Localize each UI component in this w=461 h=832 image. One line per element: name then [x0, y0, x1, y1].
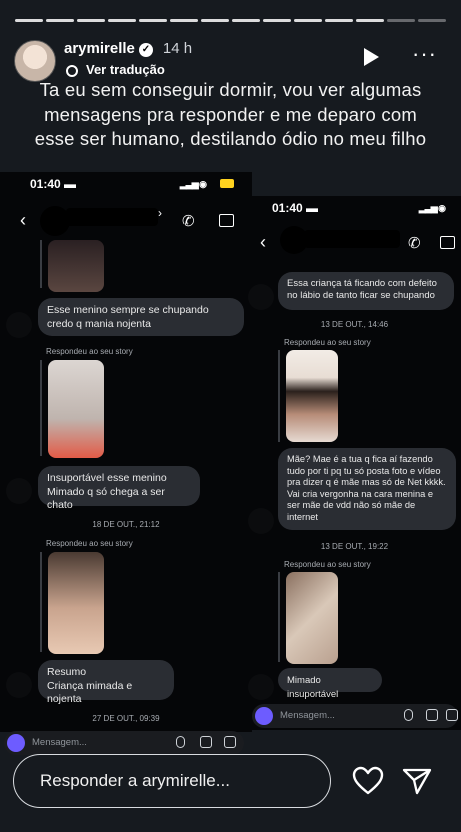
reply-line: [40, 552, 42, 652]
message-bubble: Mimado insuportável: [278, 668, 382, 700]
progress-segment: [77, 19, 105, 22]
translate-label: Ver tradução: [86, 62, 165, 77]
sticker-icon[interactable]: [446, 709, 458, 721]
username[interactable]: arymirelle: [64, 40, 135, 57]
chevron-right-icon[interactable]: ›: [158, 206, 162, 220]
sender-avatar: [248, 284, 274, 310]
reply-line: [40, 360, 42, 456]
back-icon[interactable]: ‹: [260, 232, 266, 253]
translate-icon: [66, 65, 78, 77]
video-icon[interactable]: [440, 236, 455, 249]
progress-segment: [356, 19, 384, 22]
signal-icon: ▂▃▅ ◉: [179, 179, 207, 189]
message-line: Resumo: [47, 666, 87, 678]
status-bar: 01:40 ▬ ▂▃▅ ◉: [272, 201, 449, 215]
video-icon[interactable]: [219, 214, 234, 227]
progress-segment: [170, 19, 198, 22]
clock: 01:40: [272, 201, 303, 215]
clock: 01:40: [30, 177, 61, 191]
mic-icon[interactable]: [404, 709, 413, 721]
car-icon: ▬: [64, 177, 77, 191]
progress-segment: [108, 19, 136, 22]
battery-icon: [220, 179, 234, 188]
progress-segment: [139, 19, 167, 22]
story-thumbnail[interactable]: [286, 350, 338, 442]
reply-line: [278, 572, 280, 662]
progress-segment: [294, 19, 322, 22]
reply-placeholder: Responder a arymirelle...: [40, 771, 230, 790]
date-separator: 18 DE OUT., 21:12: [92, 520, 160, 529]
message-bubble: Insuportável esse menino Mimado q só che…: [38, 466, 200, 511]
chat-header: ‹ › ✆: [0, 202, 252, 238]
composer-placeholder: Mensagem...: [280, 710, 335, 721]
heart-icon[interactable]: [352, 766, 384, 796]
progress-segment: [201, 19, 229, 22]
camera-icon[interactable]: [255, 707, 273, 725]
story-thumbnail[interactable]: [48, 240, 104, 292]
responded-label: Respondeu ao seu story: [46, 347, 133, 356]
progress-segment-current: [387, 19, 415, 22]
phone-icon[interactable]: ✆: [182, 212, 195, 230]
story-view: arymirelle ✓ 14 h Ver tradução ··· Ta eu s…: [0, 0, 461, 832]
back-icon[interactable]: ‹: [20, 210, 26, 231]
reply-input[interactable]: Responder a arymirelle...: [13, 754, 331, 808]
sender-avatar: [248, 508, 274, 534]
responded-label: Respondeu ao seu story: [284, 560, 371, 569]
post-time: 14 h: [162, 40, 193, 57]
translate-link[interactable]: Ver tradução: [66, 62, 165, 77]
verified-icon: ✓: [138, 43, 153, 57]
reply-line: [278, 350, 280, 442]
avatar[interactable]: [14, 40, 56, 82]
redacted-name: [304, 230, 400, 248]
story-progress: [15, 19, 446, 22]
progress-segment: [263, 19, 291, 22]
status-bar: 01:40 ▬ ▂▃▅ ◉: [30, 177, 240, 191]
story-thumbnail[interactable]: [286, 572, 338, 664]
sender-avatar: [6, 478, 32, 504]
date-separator: 27 DE OUT., 09:39: [92, 714, 160, 723]
progress-segment: [232, 19, 260, 22]
responded-label: Respondeu ao seu story: [284, 338, 371, 347]
signal-icon: ▂▃▅ ◉: [418, 203, 446, 213]
message-bubble: Resumo Criança mimada e nojenta: [38, 660, 174, 705]
composer-placeholder: Mensagem...: [32, 737, 87, 748]
reply-line: [40, 240, 42, 288]
progress-segment: [418, 19, 446, 22]
redacted-name: [66, 208, 158, 226]
message-line: Criança mimada e nojenta: [47, 679, 133, 706]
sender-avatar: [6, 672, 32, 698]
phone-icon[interactable]: ✆: [408, 234, 421, 252]
username-row[interactable]: arymirelle ✓ 14 h: [64, 40, 192, 57]
screenshot-right: 01:40 ▬ ▂▃▅ ◉ ‹ ✆ Essa criança tá ficand…: [248, 196, 461, 730]
story-thumbnail[interactable]: [48, 360, 104, 458]
date-separator: 13 DE OUT., 14:46: [320, 320, 389, 329]
image-icon[interactable]: [426, 709, 438, 721]
message-composer[interactable]: Mensagem...: [252, 704, 458, 728]
story-header: arymirelle ✓ 14 h Ver tradução ···: [14, 38, 447, 82]
mic-icon[interactable]: [176, 736, 185, 748]
responded-label: Respondeu ao seu story: [46, 539, 133, 548]
message-bubble: Essa criança tá ficando com defeito no l…: [278, 272, 454, 310]
chat-header: ‹ ✆: [248, 224, 461, 260]
sender-avatar: [6, 312, 32, 338]
date-separator: 13 DE OUT., 19:22: [320, 542, 389, 551]
car-icon: ▬: [306, 201, 319, 215]
screenshot-left: 01:40 ▬ ▂▃▅ ◉ ‹ › ✆ Esse menino sempre s…: [0, 172, 252, 732]
more-options-icon[interactable]: ···: [412, 43, 437, 65]
sender-avatar: [248, 674, 274, 700]
progress-segment: [46, 19, 74, 22]
play-icon[interactable]: [364, 48, 379, 66]
message-bubble: Esse menino sempre se chupando credo q m…: [38, 298, 244, 336]
message-composer[interactable]: Mensagem...: [4, 731, 244, 755]
progress-segment: [325, 19, 353, 22]
story-thumbnail[interactable]: [48, 552, 104, 654]
image-icon[interactable]: [200, 736, 212, 748]
camera-icon[interactable]: [7, 734, 25, 752]
progress-segment: [15, 19, 43, 22]
send-icon[interactable]: [402, 766, 432, 796]
message-bubble: Mãe? Mae é a tua q fica aí fazendo tudo …: [278, 448, 456, 530]
sticker-icon[interactable]: [224, 736, 236, 748]
story-caption: Ta eu sem conseguir dormir, vou ver algu…: [34, 79, 427, 149]
